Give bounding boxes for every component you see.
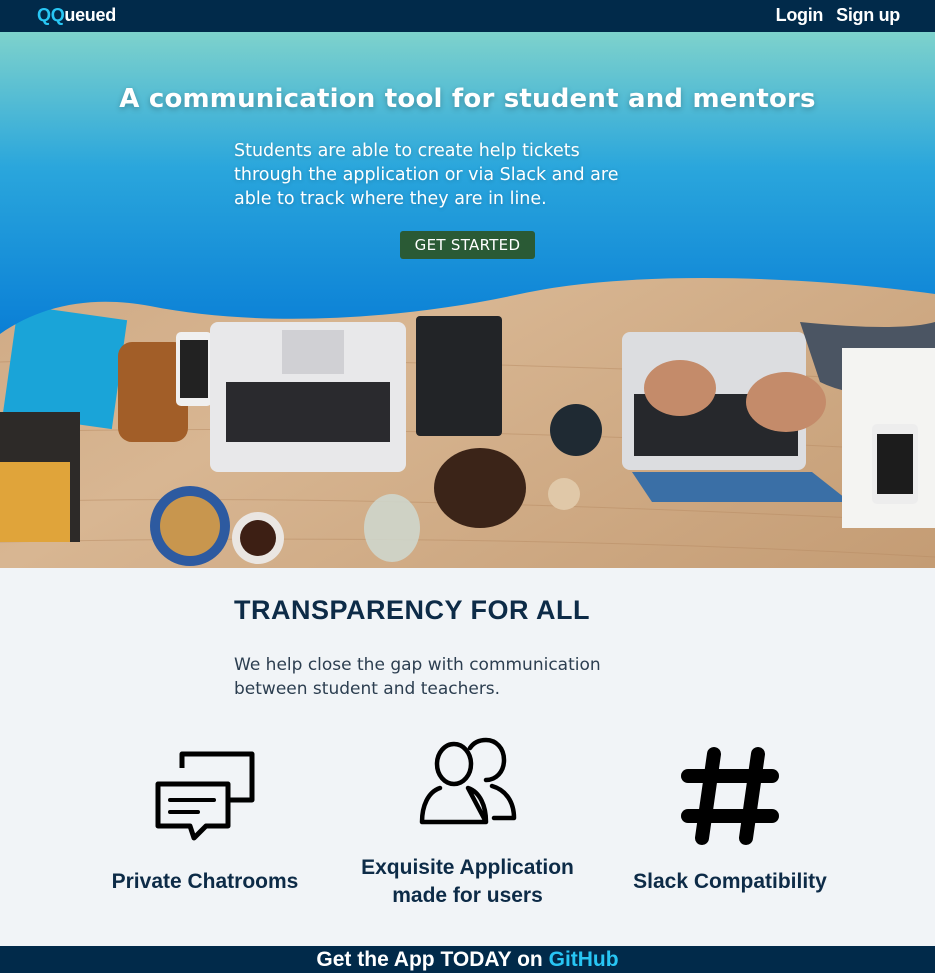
hero-description: Students are able to create help tickets… (234, 139, 694, 211)
brand-logo[interactable]: QQueued (37, 5, 116, 26)
footer-text-prefix: Get the App TODAY on (316, 948, 549, 971)
feature-label-slack-compatibility: Slack Compatibility (605, 868, 855, 896)
footer-bar: Get the App TODAY on GitHub (0, 946, 935, 973)
hero-description-line: through the application or via Slack and… (234, 165, 619, 185)
top-navbar: QQueued Login Sign up (0, 0, 935, 32)
section-title: TRANSPARENCY FOR ALL (234, 595, 591, 625)
hero-description-line: Students are able to create help tickets (234, 141, 580, 161)
hero-section: A communication tool for student and men… (0, 32, 935, 568)
chat-bubbles-icon (155, 751, 255, 841)
signup-link[interactable]: Sign up (836, 5, 900, 26)
login-link[interactable]: Login (776, 5, 824, 26)
brand-logo-accent: QQ (37, 5, 65, 25)
hero-description-line: able to track where they are in line. (234, 189, 547, 209)
feature-label-line: made for users (392, 884, 543, 907)
feature-label-exquisite-application: Exquisite Application made for users (340, 854, 595, 910)
feature-label-line: Exquisite Application (361, 856, 574, 879)
feature-label-line: Slack Compatibility (633, 870, 827, 893)
users-icon (419, 737, 517, 825)
nav-links: Login Sign up (776, 5, 901, 26)
section-description-line: We help close the gap with communication (234, 655, 601, 675)
footer-text: Get the App TODAY on GitHub (316, 948, 618, 971)
github-link[interactable]: GitHub (549, 948, 619, 971)
hero-title: A communication tool for student and men… (119, 84, 816, 114)
feature-label-line: Private Chatrooms (111, 870, 299, 893)
section-description: We help close the gap with communication… (234, 653, 704, 701)
brand-logo-rest: ueued (64, 5, 116, 25)
feature-label-private-chatrooms: Private Chatrooms (80, 868, 330, 896)
get-started-button[interactable]: GET STARTED (400, 231, 535, 259)
slack-icon (681, 747, 779, 845)
section-description-line: between student and teachers. (234, 679, 501, 699)
